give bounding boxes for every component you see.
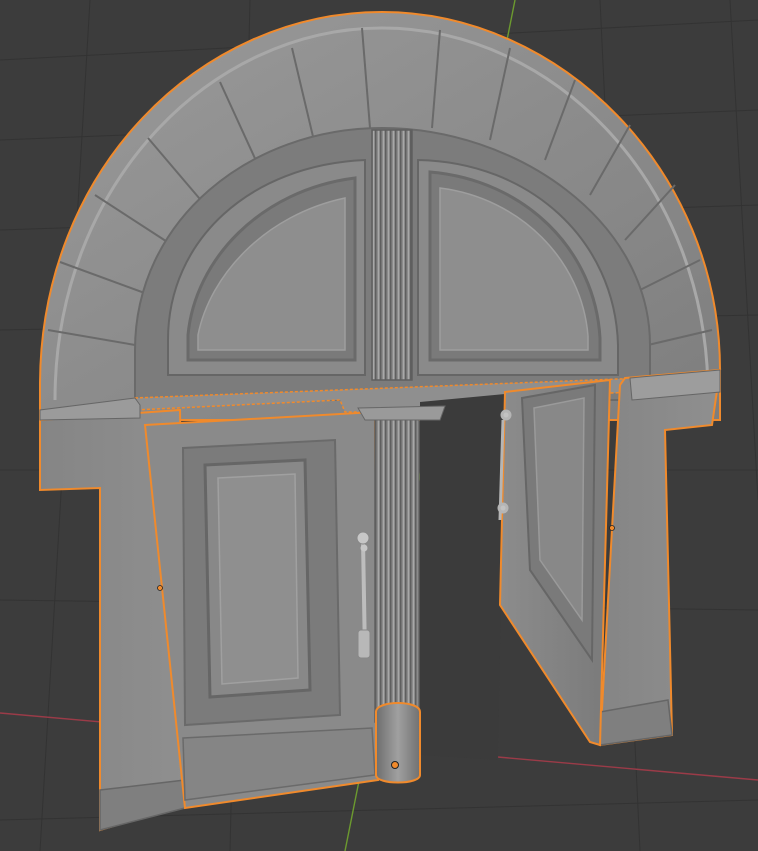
arched-door-model[interactable] (39, 10, 722, 832)
left-door[interactable] (143, 410, 380, 810)
doorway-opening (420, 394, 505, 760)
right-door[interactable] (497, 378, 612, 747)
right-pilaster[interactable] (598, 368, 722, 747)
viewport-canvas[interactable] (0, 0, 758, 851)
transom-mullion (371, 129, 413, 381)
vertex-marker-right[interactable] (609, 525, 615, 531)
column-base (375, 702, 421, 784)
object-origin-dot[interactable] (391, 761, 399, 769)
vertex-marker-left[interactable] (157, 585, 163, 591)
3d-viewport[interactable] (0, 0, 758, 851)
column-capital (357, 405, 446, 421)
